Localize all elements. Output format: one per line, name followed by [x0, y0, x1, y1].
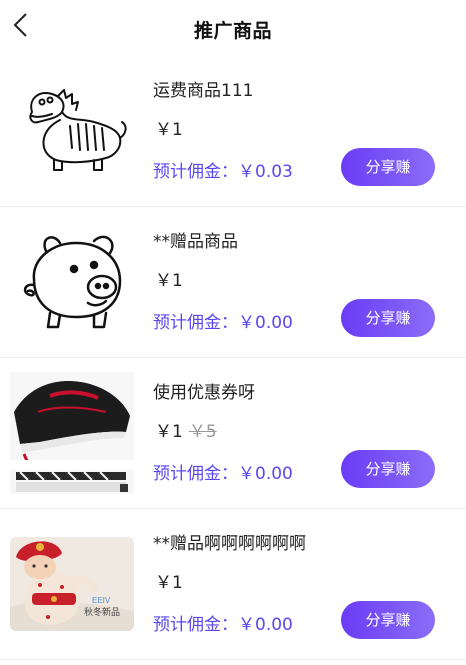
page-title: 推广商品: [193, 20, 272, 42]
product-image-baby[interactable]: EEIV 秋冬新品: [10, 537, 134, 631]
commission-label: 预计佣金：: [153, 313, 238, 333]
product-image-pig[interactable]: [10, 229, 134, 334]
product-name[interactable]: 运费商品111: [153, 76, 253, 101]
commission-value: ￥0.03: [238, 162, 293, 182]
commission-label: 预计佣金：: [153, 615, 238, 635]
commission-row: 预计佣金：￥0.03: [153, 157, 293, 182]
product-name[interactable]: **赠品啊啊啊啊啊啊: [153, 529, 306, 554]
product-image-dinosaur[interactable]: [10, 78, 134, 183]
product-name[interactable]: **赠品商品: [153, 227, 238, 252]
list-item[interactable]: EEIV 秋冬新品 **赠品啊啊啊啊啊啊 ￥1 预计佣金：￥0.00 分享赚: [0, 509, 466, 660]
price-row: ￥1: [155, 115, 183, 140]
share-earn-button[interactable]: 分享赚: [341, 299, 435, 337]
commission-value: ￥0.00: [238, 615, 293, 635]
product-name[interactable]: 使用优惠券呀: [153, 378, 255, 403]
price-row: ￥1 ￥5: [155, 417, 217, 442]
product-price: ￥1: [155, 573, 183, 593]
product-price: ￥1: [155, 120, 183, 140]
price-row: ￥1: [155, 266, 183, 291]
list-item[interactable]: 使用优惠券呀 ￥1 ￥5 预计佣金：￥0.00 分享赚: [0, 358, 466, 509]
original-price: ￥5: [188, 422, 217, 442]
commission-row: 预计佣金：￥0.00: [153, 610, 293, 635]
price-row: ￥1: [155, 568, 183, 593]
image-caption: 秋冬新品: [84, 607, 121, 617]
list-item[interactable]: 运费商品111 ￥1 预计佣金：￥0.03 分享赚: [0, 56, 466, 207]
product-image-sneaker[interactable]: [10, 372, 134, 494]
commission-row: 预计佣金：￥0.00: [153, 308, 293, 333]
product-price: ￥1: [155, 271, 183, 291]
commission-label: 预计佣金：: [153, 464, 238, 484]
product-list: 运费商品111 ￥1 预计佣金：￥0.03 分享赚 **赠品商品 ￥1 预计佣金…: [0, 56, 466, 660]
commission-value: ￥0.00: [238, 313, 293, 333]
share-earn-button[interactable]: 分享赚: [341, 601, 435, 639]
commission-value: ￥0.00: [238, 464, 293, 484]
app-header: 推广商品: [0, 0, 466, 56]
brand-watermark: EEIV: [92, 596, 111, 605]
product-price: ￥1: [155, 422, 183, 442]
share-earn-button[interactable]: 分享赚: [341, 450, 435, 488]
list-item[interactable]: **赠品商品 ￥1 预计佣金：￥0.00 分享赚: [0, 207, 466, 358]
commission-label: 预计佣金：: [153, 162, 238, 182]
commission-row: 预计佣金：￥0.00: [153, 459, 293, 484]
share-earn-button[interactable]: 分享赚: [341, 148, 435, 186]
